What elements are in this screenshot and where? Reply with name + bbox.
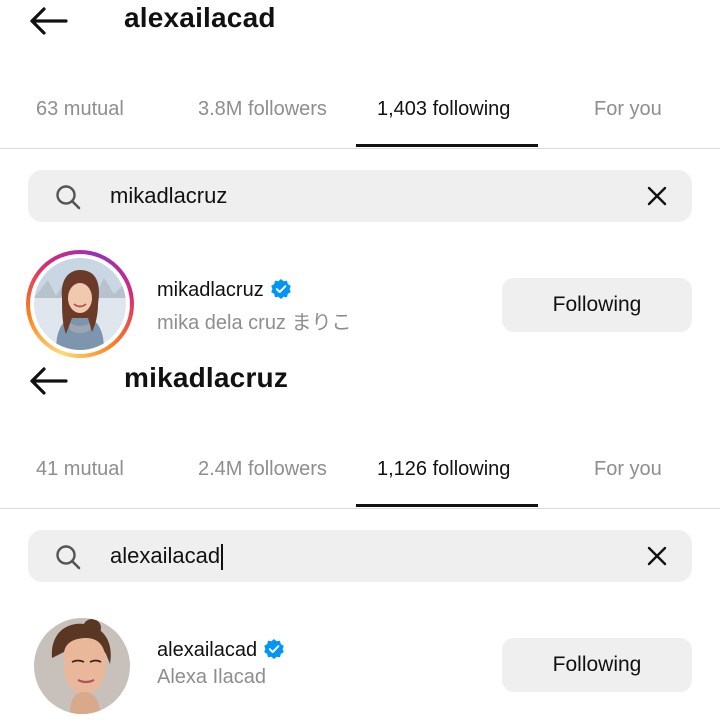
back-arrow-icon[interactable] [28, 6, 68, 36]
following-button[interactable]: Following [502, 638, 692, 692]
tab-following[interactable]: 1,403 following [377, 86, 510, 146]
search-query: alexailacad [110, 543, 221, 568]
following-screen-alexailacad: alexailacad 63 mutual 3.8M followers 1,4… [0, 0, 720, 360]
search-query: mikadlacruz [110, 183, 228, 208]
following-screen-mikadlacruz: mikadlacruz 41 mutual 2.4M followers 1,1… [0, 360, 720, 720]
avatar[interactable] [34, 618, 130, 714]
verified-badge-icon [263, 638, 285, 660]
result-username[interactable]: alexailacad [157, 638, 285, 662]
active-tab-indicator [356, 504, 538, 507]
tab-for-you[interactable]: For you [594, 86, 662, 146]
result-username-text: alexailacad [157, 639, 258, 661]
result-full-name: Alexa Ilacad [157, 666, 266, 688]
tab-mutual[interactable]: 41 mutual [36, 446, 124, 506]
list-item[interactable]: alexailacad Alexa Ilacad Following [0, 606, 720, 720]
search-icon [54, 183, 82, 211]
list-item[interactable]: mikadlacruz mika dela cruz まりこ Following [0, 246, 720, 360]
tab-for-you[interactable]: For you [594, 446, 662, 506]
result-username[interactable]: mikadlacruz [157, 278, 292, 302]
page-title: mikadlacruz [124, 362, 289, 393]
page-title: alexailacad [124, 2, 276, 33]
back-arrow-icon[interactable] [28, 366, 68, 396]
avatar[interactable] [26, 250, 134, 358]
tab-mutual[interactable]: 63 mutual [36, 86, 124, 146]
search-input[interactable]: mikadlacruz [28, 170, 692, 222]
tab-following[interactable]: 1,126 following [377, 446, 510, 506]
active-tab-indicator [356, 144, 538, 147]
tab-bar: 63 mutual 3.8M followers 1,403 following… [0, 86, 720, 149]
tab-followers[interactable]: 2.4M followers [198, 446, 327, 506]
divider [0, 508, 720, 509]
divider [0, 148, 720, 149]
result-username-text: mikadlacruz [157, 279, 264, 301]
search-icon [54, 543, 82, 571]
search-input[interactable]: alexailacad [28, 530, 692, 582]
following-button[interactable]: Following [502, 278, 692, 332]
tab-followers[interactable]: 3.8M followers [198, 86, 327, 146]
close-icon[interactable] [644, 543, 670, 569]
search-query-wrap: alexailacad [110, 530, 224, 582]
verified-badge-icon [270, 278, 292, 300]
tab-bar: 41 mutual 2.4M followers 1,126 following… [0, 446, 720, 509]
result-full-name: mika dela cruz まりこ [157, 312, 352, 334]
close-icon[interactable] [644, 183, 670, 209]
text-cursor [221, 544, 224, 571]
